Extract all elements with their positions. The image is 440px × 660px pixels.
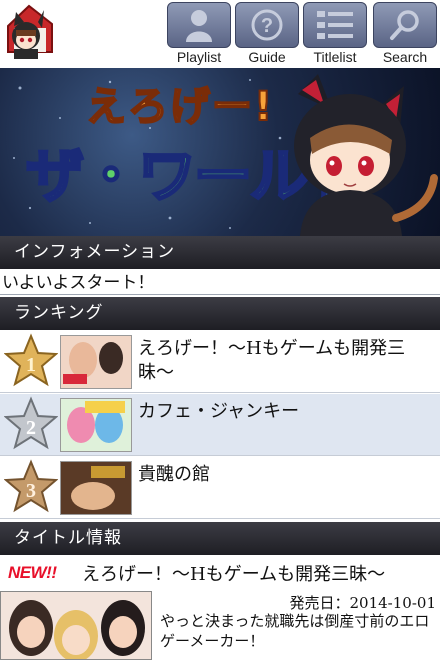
titles-section-header: タイトル情報: [0, 522, 440, 555]
top-bar: Playlist ? Guide Titlelist Search: [0, 0, 440, 68]
ranking-section-header: ランキング: [0, 297, 440, 330]
titles-header-text: タイトル情報: [14, 528, 122, 548]
silver-star-icon: 2: [3, 396, 59, 454]
home-logo[interactable]: [2, 2, 56, 60]
info-header-text: インフォメーション: [14, 242, 176, 262]
info-section-header: インフォメーション: [0, 236, 440, 269]
info-message: いよいよスタート！: [0, 269, 440, 295]
ranking-item-1[interactable]: 1 えろげー！〜Hもゲームも開発三昧〜: [0, 331, 440, 393]
nav-playlist-button[interactable]: Playlist: [166, 2, 232, 66]
bronze-star-icon: 3: [3, 459, 59, 517]
title-headline-row[interactable]: NEW!! えろげー！〜Hもゲームも開発三昧〜: [0, 557, 440, 589]
ranking-thumbnail[interactable]: [60, 461, 132, 515]
ranking-item-title[interactable]: カフェ・ジャンキー: [138, 400, 438, 424]
nav-guide-label: Guide: [248, 49, 286, 65]
nav-search-label: Search: [382, 49, 428, 65]
svg-text:?: ?: [261, 15, 273, 37]
title-name[interactable]: えろげー！〜Hもゲームも開発三昧〜: [82, 560, 385, 586]
nav-search-button[interactable]: Search: [372, 2, 438, 66]
nav-titlelist-button[interactable]: Titlelist: [302, 2, 368, 66]
question-icon: ?: [235, 2, 299, 48]
svg-text:2: 2: [26, 417, 36, 439]
title-description: やっと決まった就職先は倒産寸前のエロゲーメーカー！: [160, 612, 430, 650]
person-icon: [167, 2, 231, 48]
hero-banner[interactable]: えろげー! ザ・ワールド: [0, 68, 440, 236]
ranking-item-3[interactable]: 3 貴醜の館: [0, 457, 440, 519]
new-badge: NEW!!: [8, 563, 57, 582]
gold-star-icon: 1: [3, 333, 59, 391]
ranking-item-title[interactable]: 貴醜の館: [138, 463, 438, 487]
magnifier-icon: [373, 2, 437, 48]
nav-playlist-label: Playlist: [176, 49, 222, 65]
svg-text:えろげー!: えろげー!: [86, 84, 274, 130]
nav-titlelist-label: Titlelist: [313, 49, 357, 65]
release-date: 発売日：2014-10-01: [289, 594, 437, 612]
banner-character: [294, 74, 438, 236]
title-thumbnail[interactable]: [0, 591, 152, 660]
svg-text:1: 1: [26, 354, 36, 376]
svg-text:3: 3: [26, 480, 36, 502]
list-icon: [303, 2, 367, 48]
ranking-item-title[interactable]: えろげー！〜Hもゲームも開発三昧〜: [138, 337, 438, 385]
ranking-item-2[interactable]: 2 カフェ・ジャンキー: [0, 394, 440, 456]
ranking-thumbnail[interactable]: [60, 398, 132, 452]
ranking-header-text: ランキング: [14, 303, 104, 323]
ranking-thumbnail[interactable]: [60, 335, 132, 389]
nav-guide-button[interactable]: ? Guide: [234, 2, 300, 66]
